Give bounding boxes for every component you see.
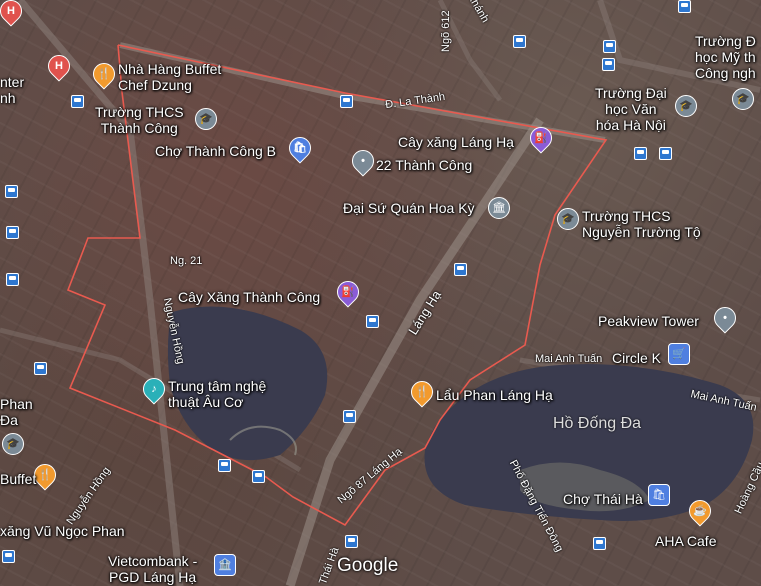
bus-stop-icon[interactable]: [345, 535, 358, 548]
school-icon[interactable]: 🎓: [195, 108, 217, 130]
place-label-thcs-nguyen-truong-to[interactable]: Trường THCS Nguyễn Trường Tộ: [582, 208, 701, 240]
embassy-icon[interactable]: 🏛: [488, 197, 510, 219]
road-label-mai-anh-tuan-1: Mai Anh Tuấn: [535, 353, 603, 365]
bus-stop-icon[interactable]: [593, 537, 606, 550]
shopping-icon[interactable]: 🛍: [648, 484, 670, 506]
place-label-lau-phan[interactable]: Lẩu Phan Láng Hạ: [436, 387, 553, 403]
place-label-aha-cafe[interactable]: AHA Cafe: [655, 533, 716, 549]
bus-stop-icon[interactable]: [678, 0, 691, 13]
bus-stop-icon[interactable]: [6, 273, 19, 286]
bus-stop-icon[interactable]: [218, 459, 231, 472]
bank-icon[interactable]: 🏦: [214, 554, 236, 576]
place-label-buffet[interactable]: Nhà Hàng Buffet Chef Dzung: [118, 61, 221, 93]
bus-stop-icon[interactable]: [252, 470, 265, 483]
place-label-cho-thai-ha[interactable]: Chợ Thái Hà: [563, 491, 643, 507]
bus-stop-icon[interactable]: [513, 35, 526, 48]
satellite-map[interactable]: Đ. La Thành Ngõ 612 Khánh Láng Hạ Ng. 21…: [0, 0, 761, 586]
place-label-phan-da[interactable]: Phan Đa: [0, 396, 33, 428]
road-label-ngo612: Ngõ 612: [440, 10, 452, 52]
place-label-cay-xang-thanh-cong[interactable]: Cây Xăng Thành Công: [178, 289, 320, 305]
place-label-xang-vu-ngoc-phan[interactable]: xăng Vũ Ngọc Phan: [0, 523, 125, 539]
school-icon[interactable]: 🎓: [557, 208, 579, 230]
place-label-my-thuat[interactable]: Trường Đ học Mỹ th Công ngh: [695, 33, 756, 81]
place-label-au-co[interactable]: Trung tâm nghệ thuật Âu Cơ: [168, 378, 266, 410]
bus-stop-icon[interactable]: [454, 263, 467, 276]
place-label-center[interactable]: nter nh: [0, 74, 24, 106]
bus-stop-icon[interactable]: [602, 58, 615, 71]
bus-stop-icon[interactable]: [340, 95, 353, 108]
school-icon[interactable]: 🎓: [732, 88, 754, 110]
place-label-peakview[interactable]: Peakview Tower: [598, 313, 699, 329]
place-label-dai-hoc-van-hoa[interactable]: Trường Đại học Văn hóa Hà Nội: [595, 85, 667, 133]
school-icon[interactable]: 🎓: [2, 433, 24, 455]
road-label-ng21: Ng. 21: [170, 255, 203, 267]
bus-stop-icon[interactable]: [6, 226, 19, 239]
bus-stop-icon[interactable]: [343, 410, 356, 423]
place-label-circle-k[interactable]: Circle K: [612, 350, 661, 366]
place-label-thcs-thanh-cong[interactable]: Trường THCS Thành Công: [95, 104, 184, 136]
school-icon[interactable]: 🎓: [675, 95, 697, 117]
bus-stop-icon[interactable]: [5, 185, 18, 198]
bus-stop-icon[interactable]: [2, 550, 15, 563]
place-label-buffet-left[interactable]: Buffet: [0, 471, 36, 487]
bus-stop-icon[interactable]: [366, 315, 379, 328]
place-label-cay-xang-lang-ha[interactable]: Cây xăng Láng Hạ: [398, 134, 514, 150]
bus-stop-icon[interactable]: [34, 362, 47, 375]
place-label-vietcombank[interactable]: Vietcombank - PGD Láng Hạ: [108, 553, 197, 585]
bus-stop-icon[interactable]: [659, 147, 672, 160]
bus-stop-icon[interactable]: [71, 95, 84, 108]
place-label-22-thanh-cong[interactable]: 22 Thành Công: [376, 157, 472, 173]
lake-label-ho-dong-da: Hồ Đống Đa: [553, 415, 642, 432]
google-logo: Google: [337, 555, 399, 576]
store-icon[interactable]: 🛒: [668, 343, 690, 365]
place-label-cho-thanh-cong[interactable]: Chợ Thành Công B: [155, 143, 276, 159]
place-label-dai-su-quan[interactable]: Đại Sứ Quán Hoa Kỳ: [343, 200, 475, 216]
bus-stop-icon[interactable]: [634, 147, 647, 160]
bus-stop-icon[interactable]: [603, 40, 616, 53]
